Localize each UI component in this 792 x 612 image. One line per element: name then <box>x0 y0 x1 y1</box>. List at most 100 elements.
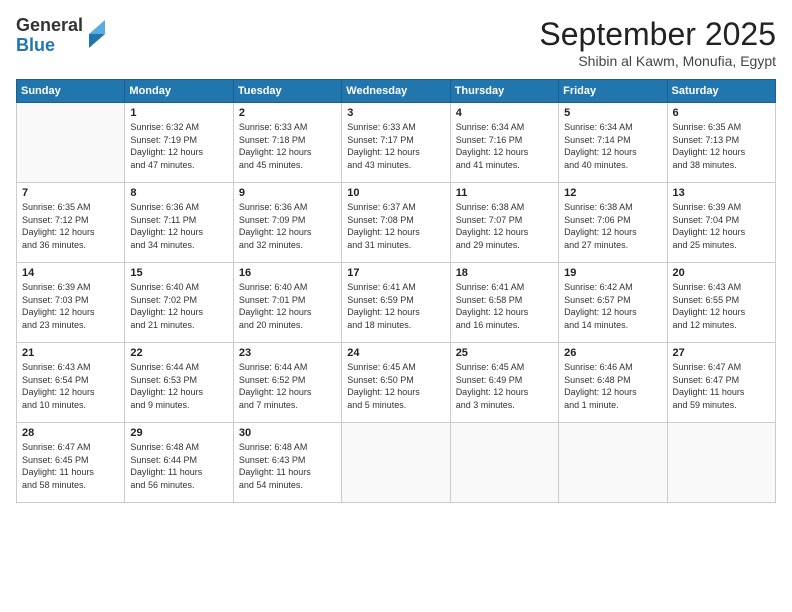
calendar-week-row: 7 Sunrise: 6:35 AMSunset: 7:12 PMDaylight… <box>17 183 776 263</box>
logo-general-text: General <box>16 16 83 36</box>
title-block: September 2025 Shibin al Kawm, Monufia, … <box>539 16 776 69</box>
cell-info: Sunrise: 6:42 AMSunset: 6:57 PMDaylight:… <box>564 281 661 331</box>
day-number: 19 <box>564 267 661 279</box>
table-row: 16Sunrise: 6:40 AMSunset: 7:01 PMDayligh… <box>233 263 341 343</box>
header-saturday: Saturday <box>667 80 775 103</box>
calendar-week-row: 21 Sunrise: 6:43 AMSunset: 6:54 PMDayligh… <box>17 343 776 423</box>
cell-info: Sunrise: 6:43 AMSunset: 6:54 PMDaylight:… <box>22 361 119 411</box>
table-row: 3Sunrise: 6:33 AMSunset: 7:17 PMDaylight… <box>342 103 450 183</box>
table-row: 9 Sunrise: 6:36 AMSunset: 7:09 PMDaylight… <box>233 183 341 263</box>
cell-info: Sunrise: 6:40 AMSunset: 7:02 PMDaylight:… <box>130 281 227 331</box>
day-number: 16 <box>239 267 336 279</box>
table-row: 17Sunrise: 6:41 AMSunset: 6:59 PMDayligh… <box>342 263 450 343</box>
table-row: 7 Sunrise: 6:35 AMSunset: 7:12 PMDaylight… <box>17 183 125 263</box>
cell-info: Sunrise: 6:36 AMSunset: 7:11 PMDaylight:… <box>130 201 227 251</box>
day-number: 18 <box>456 267 553 279</box>
month-title: September 2025 <box>539 16 776 53</box>
table-row: 15 Sunrise: 6:40 AMSunset: 7:02 PMDayligh… <box>125 263 233 343</box>
calendar-week-row: 14 Sunrise: 6:39 AMSunset: 7:03 PMDayligh… <box>17 263 776 343</box>
table-row: 23 Sunrise: 6:44 AMSunset: 6:52 PMDayligh… <box>233 343 341 423</box>
cell-info: Sunrise: 6:35 AMSunset: 7:12 PMDaylight:… <box>22 201 119 251</box>
calendar-week-row: 1 Sunrise: 6:32 AMSunset: 7:19 PMDaylight… <box>17 103 776 183</box>
calendar-week-row: 28 Sunrise: 6:47 AMSunset: 6:45 PMDayligh… <box>17 423 776 503</box>
table-row: 28 Sunrise: 6:47 AMSunset: 6:45 PMDayligh… <box>17 423 125 503</box>
header-wednesday: Wednesday <box>342 80 450 103</box>
table-row: 10 Sunrise: 6:37 AMSunset: 7:08 PMDayligh… <box>342 183 450 263</box>
table-row: 27 Sunrise: 6:47 AMSunset: 6:47 PMDayligh… <box>667 343 775 423</box>
cell-info: Sunrise: 6:46 AMSunset: 6:48 PMDaylight:… <box>564 361 661 411</box>
day-number: 17 <box>347 267 444 279</box>
day-number: 26 <box>564 347 661 359</box>
table-row: 24Sunrise: 6:45 AMSunset: 6:50 PMDayligh… <box>342 343 450 423</box>
cell-info: Sunrise: 6:38 AMSunset: 7:07 PMDaylight:… <box>456 201 553 251</box>
table-row: 25 Sunrise: 6:45 AMSunset: 6:49 PMDayligh… <box>450 343 558 423</box>
table-row <box>342 423 450 503</box>
day-number: 9 <box>239 187 336 199</box>
table-row <box>667 423 775 503</box>
cell-info: Sunrise: 6:37 AMSunset: 7:08 PMDaylight:… <box>347 201 444 251</box>
cell-info: Sunrise: 6:48 AMSunset: 6:44 PMDaylight:… <box>130 441 227 491</box>
table-row: 30 Sunrise: 6:48 AMSunset: 6:43 PMDayligh… <box>233 423 341 503</box>
table-row: 5 Sunrise: 6:34 AMSunset: 7:14 PMDaylight… <box>559 103 667 183</box>
logo-blue-text: Blue <box>16 36 83 56</box>
day-number: 28 <box>22 427 119 439</box>
day-number: 4 <box>456 107 553 119</box>
day-number: 10 <box>347 187 444 199</box>
cell-info: Sunrise: 6:34 AMSunset: 7:16 PMDaylight:… <box>456 121 553 171</box>
table-row: 26 Sunrise: 6:46 AMSunset: 6:48 PMDayligh… <box>559 343 667 423</box>
header-sunday: Sunday <box>17 80 125 103</box>
table-row: 6Sunrise: 6:35 AMSunset: 7:13 PMDaylight… <box>667 103 775 183</box>
cell-info: Sunrise: 6:44 AMSunset: 6:52 PMDaylight:… <box>239 361 336 411</box>
calendar-table: Sunday Monday Tuesday Wednesday Thursday… <box>16 79 776 503</box>
day-number: 14 <box>22 267 119 279</box>
day-number: 1 <box>130 107 227 119</box>
table-row <box>559 423 667 503</box>
table-row: 4 Sunrise: 6:34 AMSunset: 7:16 PMDaylight… <box>450 103 558 183</box>
header-friday: Friday <box>559 80 667 103</box>
cell-info: Sunrise: 6:35 AMSunset: 7:13 PMDaylight:… <box>673 121 770 171</box>
day-number: 23 <box>239 347 336 359</box>
day-number: 15 <box>130 267 227 279</box>
header-monday: Monday <box>125 80 233 103</box>
table-row: 29 Sunrise: 6:48 AMSunset: 6:44 PMDayligh… <box>125 423 233 503</box>
cell-info: Sunrise: 6:48 AMSunset: 6:43 PMDaylight:… <box>239 441 336 491</box>
table-row: 20Sunrise: 6:43 AMSunset: 6:55 PMDayligh… <box>667 263 775 343</box>
logo-icon <box>87 20 107 48</box>
day-number: 21 <box>22 347 119 359</box>
table-row: 19 Sunrise: 6:42 AMSunset: 6:57 PMDayligh… <box>559 263 667 343</box>
day-number: 29 <box>130 427 227 439</box>
cell-info: Sunrise: 6:47 AMSunset: 6:45 PMDaylight:… <box>22 441 119 491</box>
day-number: 8 <box>130 187 227 199</box>
day-number: 5 <box>564 107 661 119</box>
cell-info: Sunrise: 6:47 AMSunset: 6:47 PMDaylight:… <box>673 361 770 411</box>
calendar-header-row: Sunday Monday Tuesday Wednesday Thursday… <box>17 80 776 103</box>
day-number: 3 <box>347 107 444 119</box>
cell-info: Sunrise: 6:45 AMSunset: 6:49 PMDaylight:… <box>456 361 553 411</box>
day-number: 27 <box>673 347 770 359</box>
cell-info: Sunrise: 6:41 AMSunset: 6:58 PMDaylight:… <box>456 281 553 331</box>
table-row: 14 Sunrise: 6:39 AMSunset: 7:03 PMDayligh… <box>17 263 125 343</box>
table-row: 22 Sunrise: 6:44 AMSunset: 6:53 PMDayligh… <box>125 343 233 423</box>
table-row: 8 Sunrise: 6:36 AMSunset: 7:11 PMDaylight… <box>125 183 233 263</box>
cell-info: Sunrise: 6:34 AMSunset: 7:14 PMDaylight:… <box>564 121 661 171</box>
day-number: 22 <box>130 347 227 359</box>
table-row: 13Sunrise: 6:39 AMSunset: 7:04 PMDayligh… <box>667 183 775 263</box>
table-row: 2Sunrise: 6:33 AMSunset: 7:18 PMDaylight… <box>233 103 341 183</box>
day-number: 7 <box>22 187 119 199</box>
table-row <box>17 103 125 183</box>
table-row: 1 Sunrise: 6:32 AMSunset: 7:19 PMDaylight… <box>125 103 233 183</box>
day-number: 30 <box>239 427 336 439</box>
cell-info: Sunrise: 6:32 AMSunset: 7:19 PMDaylight:… <box>130 121 227 171</box>
day-number: 25 <box>456 347 553 359</box>
table-row <box>450 423 558 503</box>
cell-info: Sunrise: 6:44 AMSunset: 6:53 PMDaylight:… <box>130 361 227 411</box>
day-number: 24 <box>347 347 444 359</box>
table-row: 11 Sunrise: 6:38 AMSunset: 7:07 PMDayligh… <box>450 183 558 263</box>
day-number: 12 <box>564 187 661 199</box>
cell-info: Sunrise: 6:33 AMSunset: 7:18 PMDaylight:… <box>239 121 336 171</box>
cell-info: Sunrise: 6:36 AMSunset: 7:09 PMDaylight:… <box>239 201 336 251</box>
cell-info: Sunrise: 6:39 AMSunset: 7:03 PMDaylight:… <box>22 281 119 331</box>
header-thursday: Thursday <box>450 80 558 103</box>
day-number: 20 <box>673 267 770 279</box>
day-number: 11 <box>456 187 553 199</box>
